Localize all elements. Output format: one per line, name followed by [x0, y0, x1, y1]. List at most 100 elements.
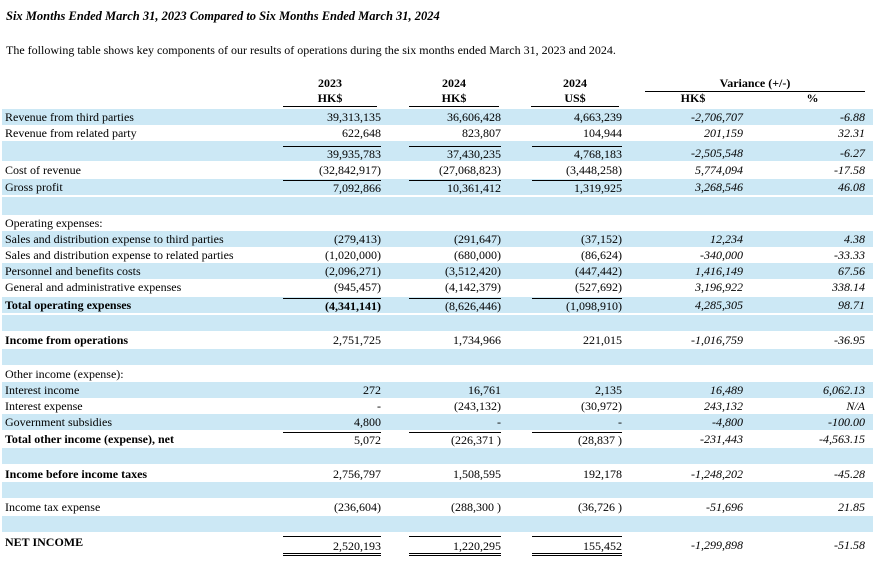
variance-currency-header: HK$: [680, 91, 706, 105]
cell-2024-usd: 4,768,183: [532, 146, 622, 161]
table-row: Government subsidies 4,800 - - -4,800 -1…: [2, 414, 873, 430]
cell-2024-usd: (3,448,258): [566, 163, 622, 177]
cell-variance-pct: -45.28: [834, 467, 865, 481]
cell-2024-usd: 192,178: [583, 467, 622, 481]
row-label: Total operating expenses: [5, 298, 132, 312]
cell-2023: 4,800: [354, 415, 381, 429]
cell-variance-pct: -100.00: [828, 415, 865, 429]
row-label: Income from operations: [5, 333, 129, 347]
spacer-row: [2, 349, 873, 365]
table-row: Income tax expense (236,604) (288,300 ) …: [2, 499, 873, 515]
cell-2024-hkd: (3,512,420): [445, 264, 501, 278]
cell-variance-pct: 67.56: [838, 264, 865, 278]
cell-variance: 3,268,546: [695, 180, 743, 194]
cell-2024-usd: (447,442): [575, 264, 622, 278]
cell-2024-hkd: 823,807: [462, 126, 501, 140]
spacer-row: [2, 197, 873, 215]
cell-2024-hkd: 10,361,412: [409, 180, 501, 195]
row-label: Cost of revenue: [5, 163, 81, 177]
cell-variance: -4,800: [712, 415, 743, 429]
table-row: Revenue from third parties 39,313,135 36…: [2, 109, 873, 125]
cell-2024-usd: 4,663,239: [574, 110, 622, 124]
cell-2024-usd: (36,726 ): [578, 500, 622, 514]
cell-2023: (32,842,917): [319, 163, 381, 177]
table-row: Total operating expenses (4,341,141) (8,…: [2, 297, 873, 313]
cell-2023: (4,341,141): [283, 298, 381, 313]
row-label: Revenue from related party: [5, 126, 137, 140]
table-row: Sales and distribution expense to third …: [2, 231, 873, 247]
cell-variance-pct: -51.58: [834, 538, 865, 552]
col3-currency-header: US$: [531, 91, 619, 107]
cell-variance: -1,299,898: [691, 538, 743, 552]
cell-2024-usd: 2,135: [595, 383, 622, 397]
cell-2024-usd: (86,624): [581, 248, 622, 262]
cell-2024-hkd: (226,371 ): [409, 432, 501, 447]
intro-text: The following table shows key components…: [6, 43, 616, 57]
cell-variance-pct: -6.88: [840, 110, 865, 124]
cell-variance: -1,016,759: [691, 333, 743, 347]
cell-2023: 272: [363, 383, 381, 397]
cell-variance: -1,248,202: [691, 467, 743, 481]
cell-2024-usd: (1,098,910): [532, 298, 622, 313]
cell-2023: 622,648: [342, 126, 381, 140]
cell-2023: 39,935,783: [283, 146, 381, 161]
cell-2023: 39,313,135: [327, 110, 381, 124]
table-row: Personnel and benefits costs (2,096,271)…: [2, 263, 873, 279]
cell-2023: 2,520,193: [283, 536, 381, 556]
cell-variance-pct: 6,062.13: [823, 383, 865, 397]
cell-2024-usd: (37,152): [581, 232, 622, 246]
table-row: 39,935,783 37,430,235 4,768,183 -2,505,5…: [2, 145, 873, 161]
cell-2024-hkd: (243,132): [454, 399, 501, 413]
row-label: Government subsidies: [5, 415, 112, 429]
spacer-row: [2, 315, 873, 331]
cell-variance-pct: 98.71: [838, 298, 865, 312]
cell-variance: -340,000: [700, 248, 743, 262]
table-row: Sales and distribution expense to relate…: [2, 247, 873, 263]
cell-variance: -2,505,548: [691, 146, 743, 160]
cell-2024-usd: (28,837 ): [532, 432, 622, 447]
cell-variance-pct: 4.38: [844, 232, 865, 246]
row-label: Income tax expense: [5, 500, 101, 514]
cell-2024-hkd: 1,220,295: [409, 536, 501, 556]
cell-2023: (236,604): [334, 500, 381, 514]
cell-2024-usd: -: [618, 415, 622, 429]
col1-year-header: 2023: [318, 76, 342, 90]
cell-variance: -2,706,707: [691, 110, 743, 124]
row-label: Gross profit: [5, 180, 63, 194]
cell-variance-pct: 21.85: [838, 500, 865, 514]
row-label: Personnel and benefits costs: [5, 264, 141, 278]
cell-2024-hkd: (291,647): [454, 232, 501, 246]
row-label: Interest expense: [5, 399, 83, 413]
cell-2024-usd: (527,692): [575, 280, 622, 294]
row-label: General and administrative expenses: [5, 280, 182, 294]
cell-2024-hkd: -: [497, 415, 501, 429]
cell-2024-hkd: 36,606,428: [447, 110, 501, 124]
row-label: Sales and distribution expense to third …: [5, 232, 224, 246]
table-row: Cost of revenue (32,842,917) (27,068,823…: [2, 162, 873, 178]
cell-variance: 1,416,149: [695, 264, 743, 278]
row-label: Interest income: [5, 383, 80, 397]
cell-variance: 16,489: [710, 383, 743, 397]
spacer-row: [2, 448, 873, 464]
cell-2023: 7,092,866: [283, 180, 381, 195]
cell-2023: (2,096,271): [325, 264, 381, 278]
cell-2024-hkd: (680,000): [454, 248, 501, 262]
table-row: Gross profit 7,092,866 10,361,412 1,319,…: [2, 179, 873, 195]
row-label: Total other income (expense), net: [5, 432, 174, 446]
cell-variance-pct: -4,563.15: [819, 432, 865, 446]
cell-variance: 201,159: [704, 126, 743, 140]
cell-2024-usd: (30,972): [581, 399, 622, 413]
row-label: Operating expenses:: [5, 216, 103, 230]
cell-2024-usd: 1,319,925: [532, 180, 622, 195]
cell-2024-hkd: 1,734,966: [453, 333, 501, 347]
table-row: Interest income 272 16,761 2,135 16,489 …: [2, 382, 873, 398]
variance-header: Variance (+/-): [645, 76, 865, 92]
table-row: Other income (expense):: [2, 366, 873, 382]
table-row: Revenue from related party 622,648 823,8…: [2, 125, 873, 141]
row-label: Sales and distribution expense to relate…: [5, 248, 234, 262]
table-row: Operating expenses:: [2, 215, 873, 231]
cell-2024-hkd: (27,068,823): [439, 163, 501, 177]
cell-variance: 5,774,094: [695, 163, 743, 177]
row-label: Other income (expense):: [5, 367, 124, 381]
col3-year-header: 2024: [563, 76, 587, 90]
